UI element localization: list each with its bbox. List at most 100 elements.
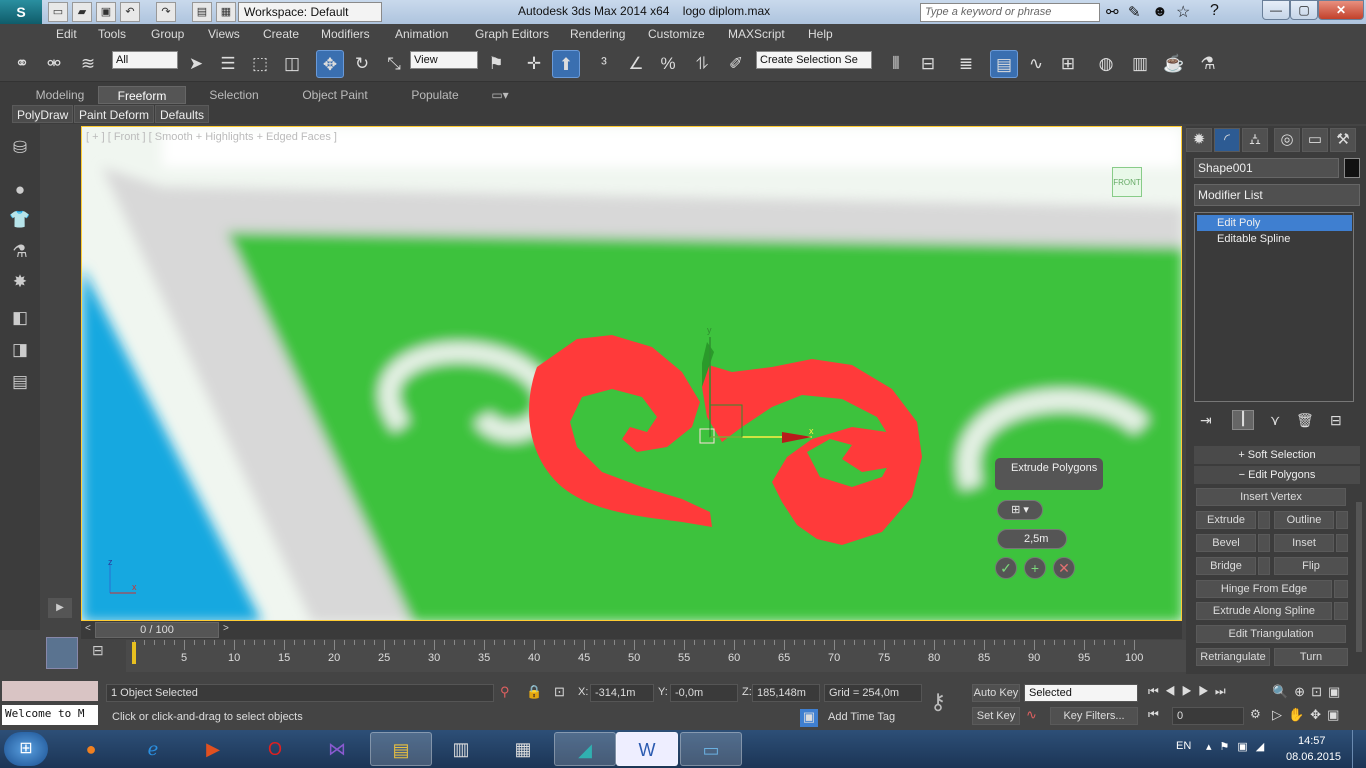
subtab-paint-deform[interactable]: Paint Deform (74, 105, 155, 123)
inset-button[interactable]: Inset (1274, 534, 1334, 552)
maxscript-mini-listener[interactable] (2, 681, 98, 701)
opera-icon[interactable]: O (244, 732, 306, 766)
project-folder-icon[interactable]: ▤ (192, 2, 212, 22)
motion-tab-icon[interactable]: ◎ (1274, 128, 1300, 152)
minimize-button[interactable]: — (1262, 0, 1290, 20)
menu-animation[interactable]: Animation (395, 27, 448, 41)
link-icon[interactable]: ⚭ (8, 50, 36, 78)
add-time-tag[interactable]: Add Time Tag (828, 711, 895, 723)
stack-item-editable-spline[interactable]: Editable Spline (1197, 231, 1352, 247)
fx-icon[interactable]: ✸ (6, 268, 34, 296)
maxscript-output[interactable]: Welcome to M (2, 705, 98, 725)
object-name-field[interactable]: Shape001 (1194, 158, 1339, 178)
trackbar[interactable]: 5 10 15 20 25 30 35 40 45 50 55 60 65 70 75 80 85 90 95 100 (126, 640, 1186, 672)
rect-selection-icon[interactable]: ⬚ (246, 50, 274, 78)
make-unique-icon[interactable]: ⋎ (1270, 412, 1280, 429)
pin-stack-icon[interactable]: ⇥ (1200, 412, 1212, 429)
ribbon-options-icon[interactable]: ▭▾ (486, 86, 514, 104)
display-tab-icon[interactable]: ▭ (1302, 128, 1328, 152)
percent-snap-icon[interactable]: % (654, 50, 682, 78)
tray-icons[interactable]: ▴⚑▣◢ (1206, 740, 1272, 753)
spinner-snap-icon[interactable]: ⥮ (688, 50, 716, 78)
turn-button[interactable]: Turn (1274, 648, 1348, 666)
bridge-settings-icon[interactable] (1258, 557, 1270, 575)
select-manipulate-icon[interactable]: ✛ (520, 50, 548, 78)
mini-listener-icon[interactable] (46, 637, 78, 669)
close-button[interactable]: ✕ (1318, 0, 1364, 20)
frame-indicator[interactable]: 0 / 100 (95, 622, 219, 638)
current-frame-field[interactable]: 0 (1172, 707, 1244, 725)
time-tag-icon[interactable]: ▣ (800, 709, 818, 727)
x-coord-field[interactable]: -314,1m (590, 684, 654, 702)
new-icon[interactable]: ▭ (48, 2, 68, 22)
key-tangent-icon[interactable]: ∿ (1026, 707, 1037, 723)
save-icon[interactable]: ▣ (96, 2, 116, 22)
firefox-icon[interactable]: ● (60, 732, 122, 766)
render-explorer-icon[interactable]: ◨ (6, 336, 34, 364)
menu-edit[interactable]: Edit (56, 27, 77, 41)
caddy-ok-button[interactable]: ✓ (995, 557, 1017, 579)
isolate-icon[interactable]: ⚲ (500, 684, 510, 700)
ie-icon[interactable]: ℯ (122, 732, 184, 766)
modifier-list-dropdown[interactable]: Modifier List (1194, 184, 1360, 206)
container-icon[interactable]: ⛁ (6, 134, 34, 162)
word-icon[interactable]: W (616, 732, 678, 766)
user-icon[interactable]: ☻ (1152, 3, 1168, 20)
show-desktop-button[interactable] (1352, 730, 1366, 768)
viewcube[interactable]: FRONT (1112, 167, 1142, 197)
selection-filter-dropdown[interactable]: All (112, 51, 178, 69)
menu-tools[interactable]: Tools (98, 27, 126, 41)
menu-customize[interactable]: Customize (648, 27, 705, 41)
menu-maxscript[interactable]: MAXScript (728, 27, 785, 41)
modify-tab-icon[interactable]: ◜ (1214, 128, 1240, 152)
snaps-toggle-icon[interactable]: ³ (590, 50, 618, 78)
start-button-icon[interactable]: ⊞ (4, 732, 48, 766)
binoculars-icon[interactable]: ⚯ (1106, 3, 1119, 21)
rendered-frame-icon[interactable]: ☕ (1160, 50, 1188, 78)
open-icon[interactable]: ▰ (72, 2, 92, 22)
key-filters-button[interactable]: Key Filters... (1050, 707, 1138, 725)
outline-settings-icon[interactable] (1336, 511, 1348, 529)
material-editor-icon[interactable]: ◍ (1092, 50, 1120, 78)
viewport-label[interactable]: [ + ] [ Front ] [ Smooth + Highlights + … (86, 131, 337, 143)
tab-selection[interactable]: Selection (192, 86, 276, 104)
absolute-mode-icon[interactable]: ⊡ (554, 684, 565, 700)
key-mode-dropdown[interactable]: Selected (1024, 684, 1138, 702)
cloth-icon[interactable]: 👕 (6, 206, 34, 234)
calculator-icon[interactable]: ▦ (492, 732, 554, 766)
workspace-dropdown[interactable]: Workspace: Default (238, 2, 382, 22)
render-setup-icon[interactable]: ▥ (1126, 50, 1154, 78)
select-by-name-icon[interactable]: ☰ (214, 50, 242, 78)
named-selection-dropdown[interactable]: Create Selection Se (756, 51, 872, 69)
hinge-from-edge-button[interactable]: Hinge From Edge (1196, 580, 1332, 598)
particle-icon[interactable]: ⚗ (6, 238, 34, 266)
hinge-settings-icon[interactable] (1334, 580, 1348, 598)
mirror-icon[interactable]: ⫴ (882, 50, 910, 78)
toggle-ribbon-icon[interactable]: ▤ (990, 50, 1018, 78)
stack-item-edit-poly[interactable]: Edit Poly (1197, 215, 1352, 231)
unlink-icon[interactable]: ⚮ (40, 50, 68, 78)
communication-icon[interactable]: ✎ (1128, 3, 1141, 21)
playback-controls[interactable]: ⏮◀▶▶⏭ (1148, 684, 1232, 699)
menu-modifiers[interactable]: Modifiers (321, 27, 370, 41)
viewer-icon[interactable]: ▥ (430, 732, 492, 766)
time-cursor[interactable] (132, 642, 136, 664)
configure-sets-icon[interactable]: ⊟ (1330, 412, 1342, 429)
menu-views[interactable]: Views (208, 27, 240, 41)
explorer-icon[interactable]: ▤ (370, 732, 432, 766)
clock-date[interactable]: 08.06.2015 (1286, 751, 1341, 763)
z-coord-field[interactable]: 185,148m (752, 684, 820, 702)
pivot-center-icon[interactable]: ⚑ (482, 50, 510, 78)
bridge-button[interactable]: Bridge (1196, 557, 1256, 575)
app-menu-icon[interactable]: S (0, 0, 42, 24)
search-input[interactable]: Type a keyword or phrase (920, 3, 1100, 22)
scene-explorer-icon[interactable]: ◧ (6, 304, 34, 332)
zoom-controls[interactable]: 🔍⊕⊡▣ (1272, 684, 1346, 700)
extrude-button[interactable]: Extrude (1196, 511, 1256, 529)
menu-help[interactable]: Help (808, 27, 833, 41)
tab-populate[interactable]: Populate (398, 86, 472, 104)
edit-polygons-rollout[interactable]: − Edit Polygons (1194, 466, 1360, 484)
scale-icon[interactable]: ⤡ (380, 50, 408, 78)
menu-group[interactable]: Group (151, 27, 184, 41)
bevel-button[interactable]: Bevel (1196, 534, 1256, 552)
